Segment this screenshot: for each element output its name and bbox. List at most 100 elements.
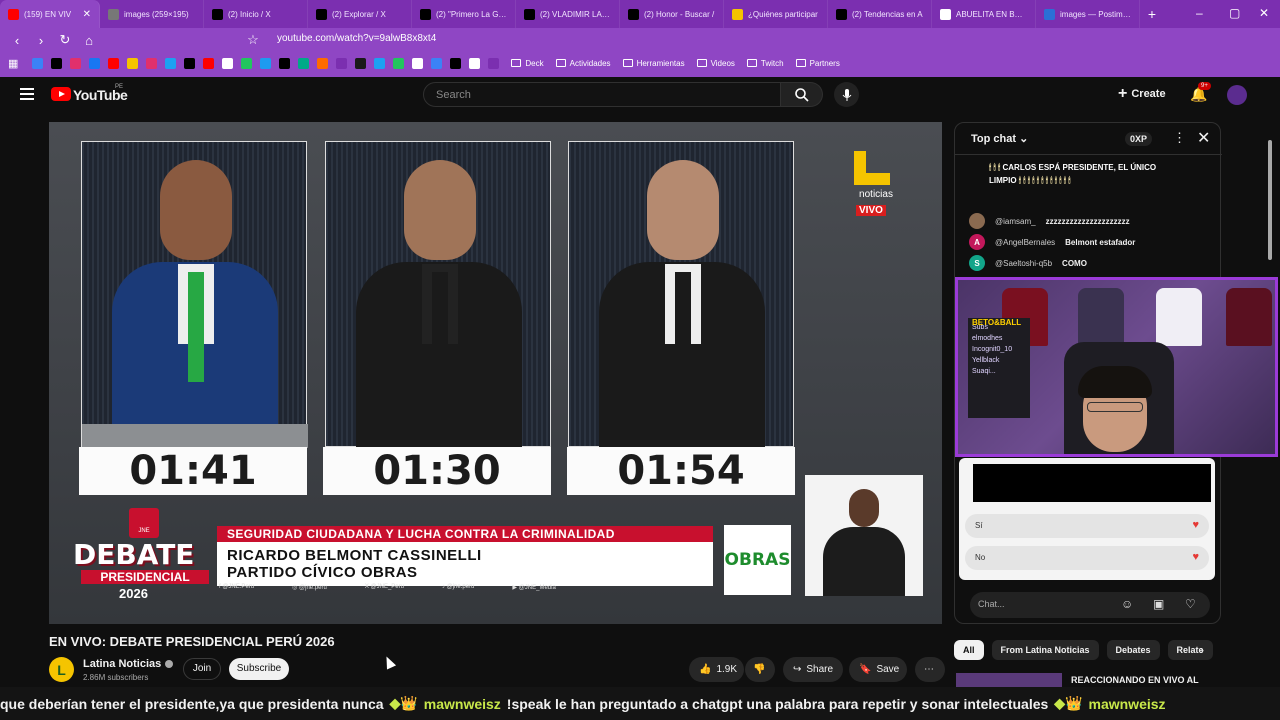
menu-icon[interactable] [20,88,34,100]
chat-author[interactable]: @AngelBernales [995,238,1055,247]
bookmark-icon[interactable] [222,57,234,69]
points-badge[interactable]: 0XP [1125,132,1153,146]
bookmark-folder[interactable]: Partners [795,59,840,68]
bookmark-folder[interactable]: Videos [696,59,735,68]
chat-author[interactable]: @iamsam_ [995,217,1036,226]
bookmark-icon[interactable] [412,57,424,69]
recommended-title[interactable]: REACCIONANDO EN VIVO AL [1071,675,1199,685]
bookmark-icon[interactable] [298,57,310,69]
bookmark-icon[interactable] [488,57,500,69]
browser-tab[interactable]: ¿Quiénes participar [724,0,828,28]
browser-tab[interactable]: (2) VLADIMIR LADR [516,0,620,28]
chat-poll: Sí ♥ No ♥ [959,458,1215,580]
bookmark-icon[interactable] [165,57,177,69]
browser-tab[interactable]: images — Postimag [1036,0,1140,28]
browser-tab[interactable]: (2) Explorar / X [308,0,412,28]
poll-option-no[interactable]: No ♥ [965,546,1209,570]
tab-title: (2) Explorar / X [332,9,386,19]
bookmark-folder[interactable]: Herramientas [622,59,685,68]
heart-icon: ♥ [1192,551,1199,563]
bookmark-icon[interactable] [450,57,462,69]
new-tab-button[interactable]: + [1140,6,1164,22]
url-field[interactable]: youtube.com/watch?v=9alwB8x8xt4 [277,33,436,44]
bookmark-icon[interactable] [241,57,253,69]
maximize-button[interactable]: ▢ [1229,6,1240,20]
bookmark-icon[interactable] [431,57,443,69]
chip-related[interactable]: Relate [1167,640,1213,660]
bookmark-icon[interactable] [51,57,63,69]
bookmark-folder[interactable]: Twitch [746,59,784,68]
recommended-thumbnail[interactable] [956,673,1062,687]
browser-tab[interactable]: (159) EN VIV ✕ [0,0,100,28]
bookmark-icon[interactable] [393,57,405,69]
bookmark-icon[interactable] [184,57,196,69]
bookmark-icon[interactable] [374,57,386,69]
bookmark-icon[interactable] [32,57,44,69]
chevron-right-icon[interactable]: › [1200,643,1204,657]
browser-tab[interactable]: (2) Inicio / X [204,0,308,28]
browser-tab[interactable]: images (259×195) [100,0,204,28]
bookmark-icon[interactable] [108,57,120,69]
close-chat-icon[interactable]: ✕ [1197,128,1210,148]
chat-author[interactable]: @Saeltoshi-q5b [995,259,1052,268]
channel-name[interactable]: Latina Noticias [83,658,174,670]
like-button[interactable]: 👍 1.9K [689,657,744,682]
super-chat-icon[interactable]: ▣ [1153,597,1164,611]
create-button[interactable]: + Create [1118,85,1166,103]
more-actions-button[interactable]: ⋯ [915,657,945,682]
close-tab-icon[interactable]: ✕ [83,9,91,20]
bookmark-icon[interactable] [89,57,101,69]
chat-options-icon[interactable]: ⋮ [1173,130,1186,146]
browser-tab[interactable]: ABUELITA EN BOB E [932,0,1036,28]
chat-input[interactable]: Chat... [970,592,1210,618]
subscribe-button[interactable]: Subscribe [229,658,289,680]
search-input[interactable]: Search [423,82,781,107]
bookmark-icon[interactable] [70,57,82,69]
chip-all[interactable]: All [954,640,984,660]
candidate-1-feed [81,141,308,448]
bookmark-icon[interactable] [260,57,272,69]
bookmark-icon[interactable] [146,57,158,69]
join-button[interactable]: Join [183,658,221,680]
bookmark-icon[interactable] [336,57,348,69]
forward-icon[interactable]: › [34,33,48,48]
bookmark-icon[interactable] [279,57,291,69]
voice-search-button[interactable] [834,82,859,107]
heart-reaction-icon[interactable]: ♡ [1185,597,1196,611]
chat-avatar[interactable]: A [969,234,985,250]
browser-tab[interactable]: (2) "Primero La Gen [412,0,516,28]
chat-avatar[interactable] [969,213,985,229]
bookmark-icon[interactable] [203,57,215,69]
back-icon[interactable]: ‹ [10,33,24,48]
user-avatar[interactable] [1227,85,1247,105]
browser-tab[interactable]: (2) Tendencias en A [828,0,932,28]
apps-grid-icon[interactable]: ▦ [8,57,18,70]
bookmark-icon[interactable] [127,57,139,69]
video-player[interactable]: 01:41 01:30 01:54 noticias VIVO JNE DEBA… [49,122,942,624]
bookmark-folder[interactable]: Actividades [555,59,611,68]
chat-avatar[interactable]: S [969,255,985,271]
poll-option-si[interactable]: Sí ♥ [965,514,1209,538]
bookmark-icon[interactable] [355,57,367,69]
share-button[interactable]: ↪ Share [783,657,843,682]
bookmark-icon[interactable] [469,57,481,69]
chat-mode-dropdown[interactable]: Top chat ⌄ [971,132,1028,145]
close-window-button[interactable]: ✕ [1259,6,1269,20]
chip-latina[interactable]: From Latina Noticias [991,640,1099,660]
chat-scrollbar[interactable] [1268,140,1272,260]
home-icon[interactable]: ⌂ [82,33,96,48]
search-button[interactable] [781,82,823,107]
dislike-button[interactable]: 👎 [745,657,775,682]
emoji-icon[interactable]: ☺ [1121,597,1133,611]
save-button[interactable]: 🔖 Save [849,657,907,682]
bookmark-star-icon[interactable]: ☆ [246,32,260,48]
channel-avatar[interactable]: L [49,657,74,682]
youtube-logo-icon[interactable] [51,87,71,101]
reload-icon[interactable]: ↻ [58,32,72,48]
chip-debates[interactable]: Debates [1106,640,1160,660]
bookmark-folder[interactable]: Deck [511,59,544,68]
social-handle: ◎ @jne.peru [292,585,327,591]
bookmark-icon[interactable] [317,57,329,69]
minimize-button[interactable]: – [1196,6,1203,20]
browser-tab[interactable]: (2) Honor - Buscar / [620,0,724,28]
